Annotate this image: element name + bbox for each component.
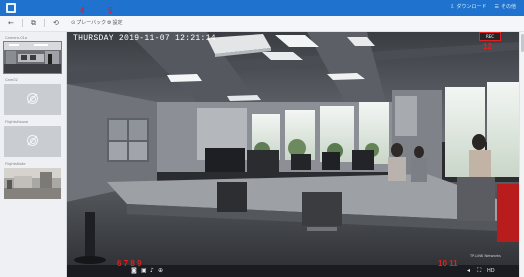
- camera-label: Camera-01a: [5, 36, 28, 40]
- camera-thumbnail-offline[interactable]: [4, 84, 61, 115]
- office-camera-feed: [67, 32, 519, 277]
- back-arrow-icon[interactable]: ←: [8, 19, 14, 27]
- other-button[interactable]: ☰ その他: [494, 3, 517, 11]
- playback-icon: ⊙: [71, 20, 76, 26]
- playback-button[interactable]: ⊙ プレーバック: [71, 19, 106, 27]
- annotation-5: 5: [108, 6, 113, 15]
- record-icon[interactable]: ▣: [141, 267, 147, 275]
- download-label: ダウンロード: [456, 4, 487, 10]
- annotation-4: 4: [80, 6, 85, 15]
- no-signal-icon: [27, 93, 38, 104]
- fullscreen-icon[interactable]: ⛶: [477, 267, 481, 275]
- gear-icon: ⚙: [107, 20, 112, 26]
- annotation-10-11: 10 11: [438, 259, 458, 268]
- camera-icon[interactable]: ◙: [131, 267, 137, 275]
- refresh-icon[interactable]: ⟲: [53, 19, 59, 27]
- camera-label: FlightsNote: [5, 162, 26, 166]
- camera-list-sidebar: Camera-01a Cam02 FlightsHouse FlightsNot…: [0, 32, 67, 277]
- hd-toggle[interactable]: HD: [487, 267, 495, 275]
- share-icon[interactable]: ⧉: [31, 19, 36, 27]
- other-icon: ☰: [494, 3, 499, 10]
- camera-preview-image: [4, 168, 61, 199]
- speaker-icon[interactable]: ◂: [467, 267, 470, 275]
- toolbar-divider: [44, 19, 45, 27]
- download-button[interactable]: ⇩ ダウンロード: [450, 3, 487, 11]
- recording-indicator: REC: [479, 32, 501, 41]
- camera-label: FlightsHouse: [5, 120, 29, 124]
- camera-watermark: TP-LINK Networks: [470, 254, 501, 258]
- camera-preview-image: [4, 42, 61, 73]
- playback-label: プレーバック: [76, 20, 107, 26]
- vertical-scrollbar[interactable]: [519, 32, 524, 277]
- toolbar: ← ⧉ ⟲ ⊙ プレーバック ⚙ 設定: [0, 16, 524, 32]
- camera-thumbnail-live[interactable]: [3, 41, 62, 74]
- titlebar-actions: ⇩ ダウンロード ☰ その他: [450, 3, 517, 11]
- title-bar: ⇩ ダウンロード ☰ その他: [0, 0, 524, 16]
- camera-thumbnail-offline[interactable]: [4, 126, 61, 157]
- camera-thumbnail-live[interactable]: [4, 168, 61, 199]
- annotation-6-9: 6 7 8 9: [117, 259, 142, 268]
- zoom-icon[interactable]: ⊕: [158, 267, 163, 275]
- toolbar-divider: [22, 19, 23, 27]
- no-signal-icon: [27, 135, 38, 146]
- camera-label: Cam02: [5, 78, 18, 82]
- app-logo-icon: [6, 3, 16, 13]
- annotation-12: 12: [483, 42, 492, 51]
- microphone-icon[interactable]: ♪: [150, 267, 154, 275]
- other-label: その他: [500, 4, 516, 10]
- download-icon: ⇩: [450, 3, 455, 10]
- settings-button[interactable]: ⚙ 設定: [107, 19, 123, 27]
- settings-label: 設定: [112, 20, 123, 26]
- timestamp-overlay: THURSDAY 2019-11-07 12:21:14: [73, 34, 216, 43]
- live-video-viewer[interactable]: THURSDAY 2019-11-07 12:21:14 REC TP-LINK…: [67, 32, 519, 277]
